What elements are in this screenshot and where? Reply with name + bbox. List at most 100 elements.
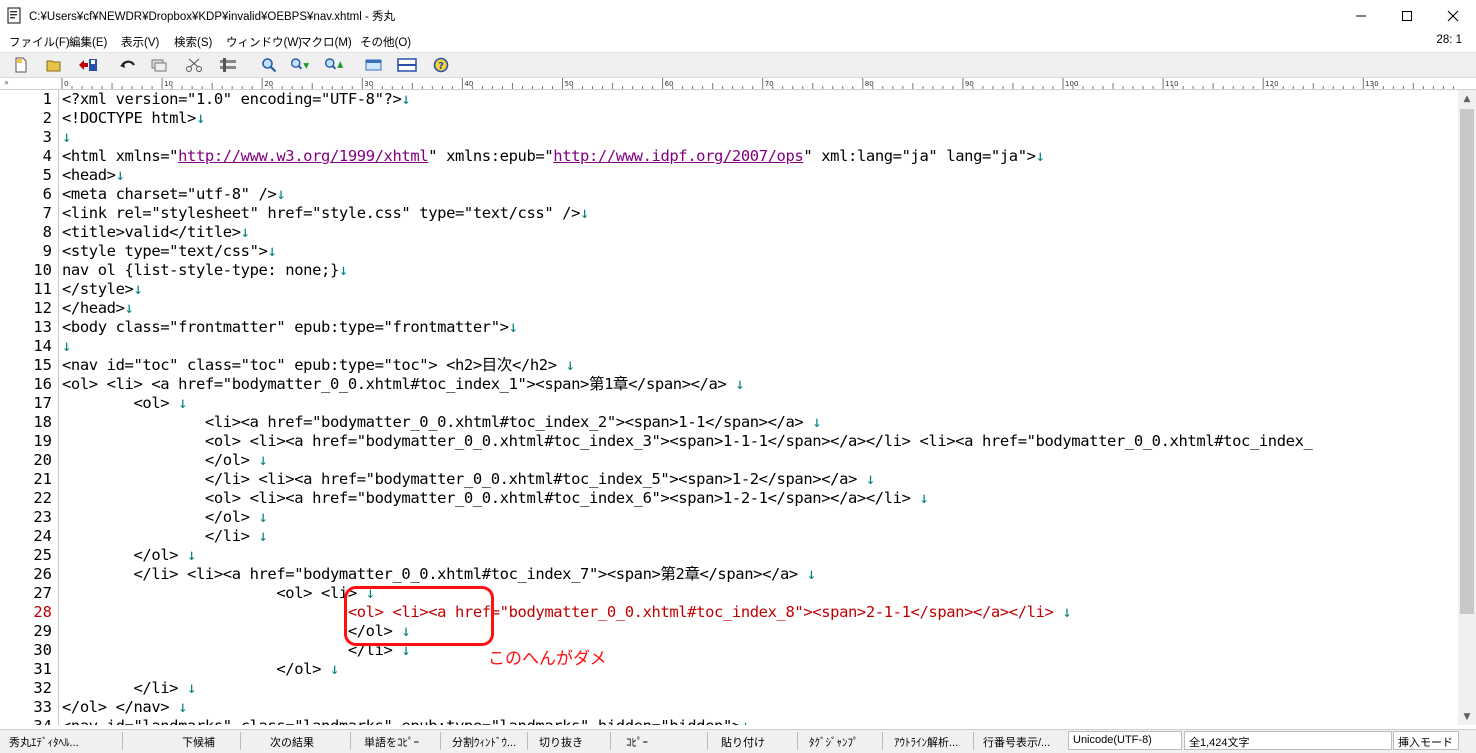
code-text[interactable]: </li> ↓ bbox=[62, 527, 268, 546]
split-window-button[interactable] bbox=[396, 55, 417, 75]
status-next-result[interactable]: 次の結果 bbox=[270, 734, 314, 750]
code-line[interactable]: 29 </ol> ↓ bbox=[0, 622, 1458, 641]
code-text[interactable]: ↓ bbox=[62, 128, 71, 147]
code-line[interactable]: 26 </li> <li><a href="bodymatter_0_0.xht… bbox=[0, 565, 1458, 584]
menu-window[interactable]: ウィンドウ(W) bbox=[226, 34, 302, 50]
code-text[interactable]: </li> <li><a href="bodymatter_0_0.xhtml#… bbox=[62, 470, 875, 489]
code-line[interactable]: 2 <!DOCTYPE html>↓ bbox=[0, 109, 1458, 128]
code-line[interactable]: 18 <li><a href="bodymatter_0_0.xhtml#toc… bbox=[0, 413, 1458, 432]
status-split-window[interactable]: 分割ｳｨﾝﾄﾞｳ... bbox=[452, 734, 516, 750]
status-copy-word[interactable]: 単語をｺﾋﾟｰ bbox=[364, 734, 419, 750]
code-text[interactable]: <ol> <li><a href="bodymatter_0_0.xhtml#t… bbox=[62, 603, 1072, 622]
code-text[interactable]: <?xml version="1.0" encoding="UTF-8"?>↓ bbox=[62, 90, 411, 109]
code-line[interactable]: 24 </li> ↓ bbox=[0, 527, 1458, 546]
code-text[interactable]: </head>↓ bbox=[62, 299, 134, 318]
code-text[interactable]: <ol> <li><a href="bodymatter_0_0.xhtml#t… bbox=[62, 489, 929, 508]
status-copy[interactable]: ｺﾋﾟｰ bbox=[626, 734, 648, 750]
status-outline[interactable]: ｱｳﾄﾗｲﾝ解析... bbox=[894, 734, 958, 750]
code-text[interactable]: <ol> <li> <a href="bodymatter_0_0.xhtml#… bbox=[62, 375, 745, 394]
menu-macro[interactable]: マクロ(M) bbox=[300, 34, 352, 50]
url-link[interactable]: http://www.idpf.org/2007/ops bbox=[553, 147, 803, 165]
menu-view[interactable]: 表示(V) bbox=[121, 34, 159, 50]
save-button[interactable] bbox=[77, 55, 98, 75]
cut-button[interactable] bbox=[183, 55, 204, 75]
scroll-down-arrow-icon[interactable]: ▼ bbox=[1458, 708, 1476, 725]
code-line[interactable]: 19 <ol> <li><a href="bodymatter_0_0.xhtm… bbox=[0, 432, 1458, 451]
code-line[interactable]: 5 <head>↓ bbox=[0, 166, 1458, 185]
code-line[interactable]: 22 <ol> <li><a href="bodymatter_0_0.xhtm… bbox=[0, 489, 1458, 508]
status-help[interactable]: 秀丸ｴﾃﾞｨﾀﾍﾙ... bbox=[9, 734, 79, 750]
code-text[interactable]: nav ol {list-style-type: none;}↓ bbox=[62, 261, 348, 280]
encoding-box[interactable]: Unicode(UTF-8) bbox=[1068, 731, 1182, 750]
code-text[interactable]: <li><a href="bodymatter_0_0.xhtml#toc_in… bbox=[62, 413, 822, 432]
vertical-scrollbar[interactable]: ▲ ▼ bbox=[1458, 90, 1476, 725]
mode-box[interactable]: 挿入モード bbox=[1393, 731, 1459, 750]
code-line[interactable]: 33 </ol> </nav> ↓ bbox=[0, 698, 1458, 717]
menu-other[interactable]: その他(O) bbox=[360, 34, 411, 50]
code-text[interactable]: <head>↓ bbox=[62, 166, 125, 185]
code-text[interactable]: ↓ bbox=[62, 337, 71, 356]
copy-button[interactable] bbox=[148, 55, 169, 75]
code-text[interactable]: </ol> ↓ bbox=[62, 660, 339, 679]
code-text[interactable]: <nav id="toc" class="toc" epub:type="toc… bbox=[62, 356, 575, 375]
close-button[interactable] bbox=[1430, 0, 1476, 31]
code-line[interactable]: 17 <ol> ↓ bbox=[0, 394, 1458, 413]
status-paste[interactable]: 貼り付け bbox=[721, 734, 765, 750]
code-text[interactable]: </li> <li><a href="bodymatter_0_0.xhtml#… bbox=[62, 565, 816, 584]
code-text[interactable]: </style>↓ bbox=[62, 280, 143, 299]
menu-edit[interactable]: 編集(E) bbox=[69, 34, 107, 50]
code-line[interactable]: 15 <nav id="toc" class="toc" epub:type="t… bbox=[0, 356, 1458, 375]
code-text[interactable]: <nav id="landmarks" class="landmarks" ep… bbox=[62, 717, 750, 725]
code-text[interactable]: </li> ↓ bbox=[62, 679, 196, 698]
code-line[interactable]: 32 </li> ↓ bbox=[0, 679, 1458, 698]
search-up-button[interactable] bbox=[324, 55, 345, 75]
code-line[interactable]: 23 </ol> ↓ bbox=[0, 508, 1458, 527]
code-line[interactable]: 21 </li> <li><a href="bodymatter_0_0.xht… bbox=[0, 470, 1458, 489]
code-text[interactable]: <title>valid</title>↓ bbox=[62, 223, 250, 242]
new-file-button[interactable] bbox=[10, 55, 31, 75]
code-line[interactable]: 25 </ol> ↓ bbox=[0, 546, 1458, 565]
code-line[interactable]: 28 <ol> <li><a href="bodymatter_0_0.xhtm… bbox=[0, 603, 1458, 622]
code-line[interactable]: 8 <title>valid</title>↓ bbox=[0, 223, 1458, 242]
code-line[interactable]: 10 nav ol {list-style-type: none;}↓ bbox=[0, 261, 1458, 280]
code-text[interactable]: <meta charset="utf-8" />↓ bbox=[62, 185, 286, 204]
code-line[interactable]: 6 <meta charset="utf-8" />↓ bbox=[0, 185, 1458, 204]
menu-search[interactable]: 検索(S) bbox=[174, 34, 212, 50]
code-line[interactable]: 3 ↓ bbox=[0, 128, 1458, 147]
maximize-button[interactable] bbox=[1384, 0, 1430, 31]
code-text[interactable]: <!DOCTYPE html>↓ bbox=[62, 109, 205, 128]
code-text[interactable]: </ol> </nav> ↓ bbox=[62, 698, 187, 717]
code-text[interactable]: <link rel="stylesheet" href="style.css" … bbox=[62, 204, 589, 223]
code-text[interactable]: <ol> <li> ↓ bbox=[62, 584, 375, 603]
paste-button[interactable] bbox=[217, 55, 238, 75]
window-list-button[interactable] bbox=[363, 55, 384, 75]
code-text[interactable]: </ol> ↓ bbox=[62, 451, 268, 470]
code-line[interactable]: 16 <ol> <li> <a href="bodymatter_0_0.xhtm… bbox=[0, 375, 1458, 394]
code-line[interactable]: 4 <html xmlns="http://www.w3.org/1999/xht… bbox=[0, 147, 1458, 166]
code-line[interactable]: 14 ↓ bbox=[0, 337, 1458, 356]
code-line[interactable]: 1 <?xml version="1.0" encoding="UTF-8"?>↓ bbox=[0, 90, 1458, 109]
code-text[interactable]: <body class="frontmatter" epub:type="fro… bbox=[62, 318, 518, 337]
open-button[interactable] bbox=[43, 55, 64, 75]
code-line[interactable]: 20 </ol> ↓ bbox=[0, 451, 1458, 470]
code-line[interactable]: 12 </head>↓ bbox=[0, 299, 1458, 318]
code-line[interactable]: 27 <ol> <li> ↓ bbox=[0, 584, 1458, 603]
scrollbar-thumb[interactable] bbox=[1460, 109, 1474, 614]
undo-button[interactable] bbox=[117, 55, 138, 75]
search-button[interactable] bbox=[258, 55, 279, 75]
status-cut[interactable]: 切り抜き bbox=[539, 734, 583, 750]
code-line[interactable]: 9 <style type="text/css">↓ bbox=[0, 242, 1458, 261]
code-line[interactable]: 13 <body class="frontmatter" epub:type="f… bbox=[0, 318, 1458, 337]
status-tag-jump[interactable]: ﾀｸﾞｼﾞｬﾝﾌﾟ bbox=[809, 734, 859, 750]
status-line-number[interactable]: 行番号表示/... bbox=[983, 734, 1050, 750]
code-line[interactable]: 30 </li> ↓ bbox=[0, 641, 1458, 660]
code-line[interactable]: 34 <nav id="landmarks" class="landmarks" … bbox=[0, 717, 1458, 725]
search-down-button[interactable] bbox=[290, 55, 311, 75]
status-next-candidate[interactable]: 下候補 bbox=[182, 734, 215, 750]
code-text[interactable]: <ol> ↓ bbox=[62, 394, 187, 413]
scroll-up-arrow-icon[interactable]: ▲ bbox=[1458, 90, 1476, 107]
url-link[interactable]: http://www.w3.org/1999/xhtml bbox=[178, 147, 428, 165]
editor-area[interactable]: 1 <?xml version="1.0" encoding="UTF-8"?>↓… bbox=[0, 90, 1458, 725]
minimize-button[interactable] bbox=[1338, 0, 1384, 31]
code-text[interactable]: <style type="text/css">↓ bbox=[62, 242, 277, 261]
